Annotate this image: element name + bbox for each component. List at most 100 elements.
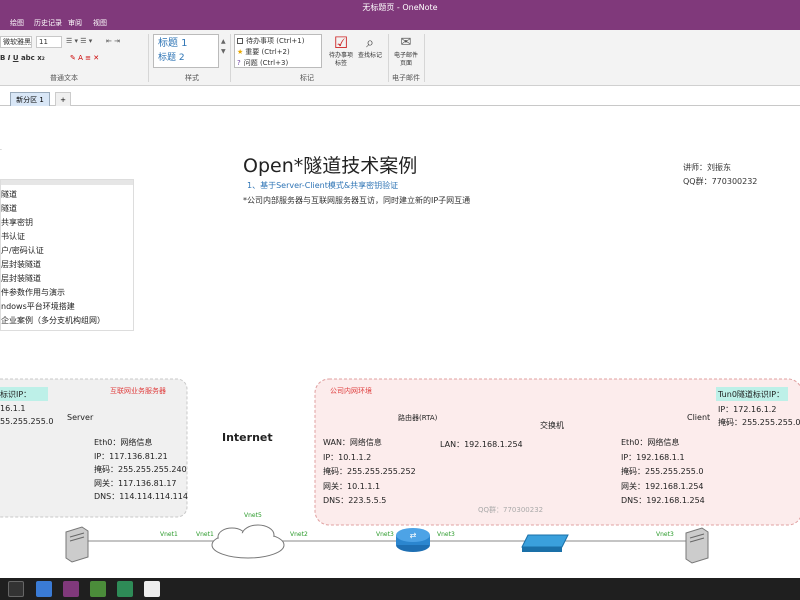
toc-item[interactable]: 隧道 xyxy=(1,202,133,216)
link-label-vnet5: Vnet5 xyxy=(244,512,262,519)
toc-item[interactable]: 隧道 xyxy=(1,188,133,202)
ribbon: 微软雅黑 11 ☰ ▾ ☰ ▾ ⇤ ⇥ B I U abc x₂ ✎ A ≡ ✕… xyxy=(0,30,800,86)
todo-tag-button[interactable]: ☑ 待办事项 标签 xyxy=(328,34,354,72)
toc-item[interactable]: 层封装隧道 xyxy=(1,258,133,272)
toc-item[interactable]: 共享密钥 xyxy=(1,216,133,230)
client-info-line: Eth0：网络信息 xyxy=(621,438,680,447)
menu-review[interactable]: 审阅 xyxy=(68,18,82,28)
right-zone-label: 公司内网环境 xyxy=(330,387,372,395)
style-heading2[interactable]: 标题 2 xyxy=(158,51,214,65)
server-info: Eth0：网络信息 IP：117.136.81.21 掩码：255.255.255.… xyxy=(94,436,188,504)
tags-gallery[interactable]: 待办事项 (Ctrl+1) ★ 重要 (Ctrl+2) ? 问题 (Ctrl+3) xyxy=(234,34,322,68)
bold-icon[interactable]: B I U abc x₂ xyxy=(0,54,45,62)
note-description: *公司内部服务器与互联网服务器互访，同时建立新的IP子网互通 xyxy=(243,196,471,205)
tag-todo[interactable]: 待办事项 (Ctrl+1) xyxy=(237,36,319,47)
menu-view[interactable]: 视图 xyxy=(93,18,107,28)
switch-icon xyxy=(521,534,569,552)
router-wan-line: 网关：10.1.1.1 xyxy=(323,481,381,491)
client-info-line: 网关：192.168.1.254 xyxy=(621,481,704,491)
section-tab-new[interactable]: 新分区 1 xyxy=(10,92,50,106)
styles-gallery[interactable]: 标题 1 标题 2 xyxy=(153,34,219,68)
app-icon-white[interactable] xyxy=(144,581,160,597)
font-name-select[interactable]: 微软雅黑 xyxy=(0,36,32,48)
star-icon: ★ xyxy=(237,48,244,56)
left-tunnel-mask: 55.255.255.0 xyxy=(0,417,54,426)
onenote-icon[interactable] xyxy=(63,581,79,597)
left-zone-label: 互联网业务服务器 xyxy=(110,387,166,395)
router-wan-info: WAN：网络信息 IP：10.1.1.2 掩码：255.255.255.252 网关：… xyxy=(323,436,416,509)
router-wan-line: DNS：223.5.5.5 xyxy=(323,496,387,505)
router-icon: ⇄ xyxy=(396,528,430,552)
server-label: Server xyxy=(67,413,94,422)
toc-box: 隧道 隧道 共享密钥 书认证 户/密码认证 层封装隧道 层封装隧道 件参数作用与演示 ndows… xyxy=(0,179,134,331)
link-label-vnet2: Vnet2 xyxy=(290,531,308,538)
menu-bar: 绘图 历史记录 审阅 视图 xyxy=(0,16,800,30)
toc-item[interactable]: ndows平台环境搭建 xyxy=(1,300,133,314)
server-info-line: DNS：114.114.114.114 xyxy=(94,492,188,501)
find-tags-button[interactable]: ⌕ 查找标记 xyxy=(356,34,384,72)
internet-label: Internet xyxy=(222,431,273,444)
toc-item[interactable]: 书认证 xyxy=(1,230,133,244)
app-icon-teal[interactable] xyxy=(117,581,133,597)
font-size-select[interactable]: 11 xyxy=(36,36,62,48)
tag-important[interactable]: ★ 重要 (Ctrl+2) xyxy=(237,47,319,58)
toc-item[interactable]: 件参数作用与演示 xyxy=(1,286,133,300)
menu-history[interactable]: 历史记录 xyxy=(34,18,62,28)
svg-text:⇄: ⇄ xyxy=(410,531,417,540)
client-icon xyxy=(685,527,709,564)
router-wan-line: WAN：网络信息 xyxy=(323,438,382,447)
note-subtitle: 1、基于Server-Client模式&共享密钥验证 xyxy=(247,181,399,190)
add-section-button[interactable]: + xyxy=(55,92,71,106)
section-tab-bar: 新分区 1 + xyxy=(0,86,800,106)
client-info-line: DNS：192.168.1.254 xyxy=(621,496,705,505)
app-icon-green[interactable] xyxy=(90,581,106,597)
qq-group: QQ群：770300232 xyxy=(683,177,758,186)
right-tunnel-mask: 掩码：255.255.255.0 xyxy=(718,418,800,427)
toc-marker: · xyxy=(0,147,2,154)
checkbox-icon xyxy=(237,38,243,44)
tag-question[interactable]: ? 问题 (Ctrl+3) xyxy=(237,58,319,69)
lecturer: 讲师：刘振东 xyxy=(683,163,731,172)
toc-item[interactable]: 户/密码认证 xyxy=(1,244,133,258)
client-info-line: IP：192.168.1.1 xyxy=(621,452,685,462)
note-title: Open*隧道技术案例 xyxy=(243,155,418,177)
toc-item[interactable]: 企业案例（多分支机构组网） xyxy=(1,314,133,328)
switch-label: 交换机 xyxy=(540,421,564,430)
left-tunnel-title: 标识IP： xyxy=(0,390,32,399)
left-tunnel-ip: 16.1.1 xyxy=(0,404,26,413)
menu-draw[interactable]: 绘图 xyxy=(10,18,24,28)
question-icon: ? xyxy=(237,59,241,67)
styles-group-label: 样式 xyxy=(185,74,199,82)
envelope-icon: ✉ xyxy=(400,35,412,50)
window-title: 无标题页 - OneNote xyxy=(0,0,800,16)
explorer-icon[interactable] xyxy=(36,581,52,597)
router-wan-line: IP：10.1.1.2 xyxy=(323,452,372,462)
checkmark-icon: ☑ xyxy=(333,33,349,52)
client-label: Client xyxy=(687,413,711,422)
link-label-vnet3-router-right: Vnet3 xyxy=(437,531,455,538)
start-icon[interactable] xyxy=(8,581,24,597)
list-icon[interactable]: ☰ ▾ ☰ ▾ xyxy=(66,37,92,45)
email-page-button[interactable]: ✉ 电子邮件 页面 xyxy=(392,34,420,72)
scroll-up-icon[interactable]: ▲ xyxy=(221,38,226,45)
email-group-label: 电子邮件 xyxy=(392,74,420,82)
scroll-down-icon[interactable]: ▼ xyxy=(221,48,226,55)
client-info: Eth0：网络信息 IP：192.168.1.1 掩码：255.255.255.0 网… xyxy=(621,436,705,509)
highlight-icon[interactable]: ✎ A ≡ ✕ xyxy=(70,54,99,62)
magnifier-icon: ⌕ xyxy=(366,35,374,51)
link-label-vnet1-left: Vnet1 xyxy=(160,531,178,538)
internet-cloud-icon xyxy=(211,524,285,559)
style-heading1[interactable]: 标题 1 xyxy=(158,37,214,51)
diagram-watermark: QQ群：770300232 xyxy=(478,506,544,514)
link-label-vnet1-right: Vnet1 xyxy=(196,531,214,538)
client-info-line: 掩码：255.255.255.0 xyxy=(621,467,704,476)
server-info-line: 掩码：255.255.255.240 xyxy=(94,465,187,474)
server-info-line: IP：117.136.81.21 xyxy=(94,451,168,461)
server-info-line: 网关：117.136.81.17 xyxy=(94,478,177,488)
server-icon xyxy=(65,526,89,563)
toc-item[interactable]: 层封装隧道 xyxy=(1,272,133,286)
link-label-vnet3-router-left: Vnet3 xyxy=(376,531,394,538)
indent-icon[interactable]: ⇤ ⇥ xyxy=(106,37,120,45)
server-info-line: Eth0：网络信息 xyxy=(94,438,153,447)
link-label-vnet3-client: Vnet3 xyxy=(656,531,674,538)
